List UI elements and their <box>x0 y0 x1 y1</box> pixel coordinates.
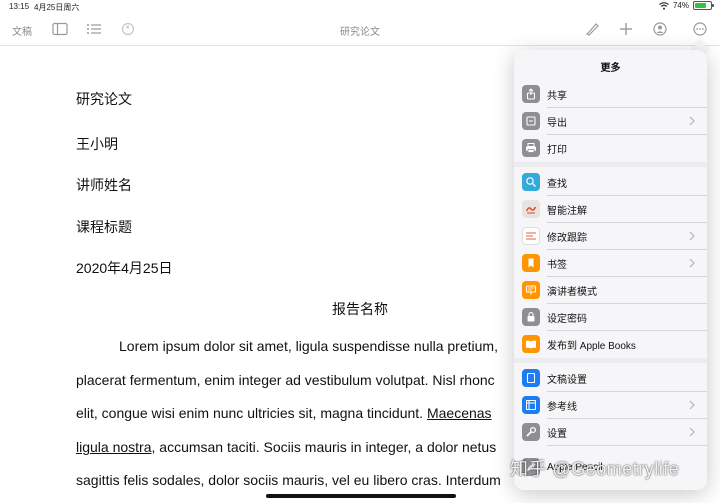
wrench-icon <box>522 423 540 441</box>
chevron-right-icon <box>689 400 695 410</box>
paragraph-text: , accumsan taciti. Sociis mauris in inte… <box>151 439 497 455</box>
status-date: 4月25日周六 <box>34 3 80 12</box>
paragraph-line: elit, congue wisi enim nunc ultricies si… <box>76 405 492 421</box>
menu-item-settings[interactable]: 设置 <box>514 419 707 445</box>
paragraph-line: Lorem ipsum dolor sit amet, ligula suspe… <box>119 338 498 354</box>
paragraph-underlined-text: ligula nostra <box>76 439 152 455</box>
menu-item-presenter-mode[interactable]: 演讲者模式 <box>514 277 707 303</box>
menu-item-document-setup[interactable]: 文稿设置 <box>514 365 707 391</box>
lock-icon <box>522 308 540 326</box>
battery-percent: 74% <box>672 1 689 10</box>
menu-item-find[interactable]: 查找 <box>514 169 707 195</box>
paragraph-underlined-text: Maecenas <box>426 405 492 421</box>
paragraph-line: sagittis felis sodales, dolor sociis mau… <box>76 472 501 488</box>
battery-icon <box>693 1 714 10</box>
home-indicator[interactable] <box>266 494 456 498</box>
menu-item-label: 参考线 <box>547 401 577 413</box>
menu-item-label: 发布到 Apple Books <box>547 340 636 352</box>
menu-item-label: 打印 <box>547 144 567 156</box>
wifi-icon <box>659 1 669 10</box>
doc-line-date: 2020年4月25日 <box>76 260 173 276</box>
menu-item-label: 查找 <box>547 178 567 190</box>
doc-line-instructor: 讲师姓名 <box>76 177 132 193</box>
books-icon <box>522 335 540 353</box>
divider <box>547 445 707 446</box>
menu-item-label: 设定密码 <box>547 313 587 325</box>
toolbar: 文稿 研究论文 <box>0 14 720 46</box>
documents-button[interactable]: 文稿 <box>12 23 32 38</box>
paragraph-text: elit, congue wisi enim nunc ultricies si… <box>76 405 427 421</box>
menu-item-label: 设置 <box>547 428 567 440</box>
sidebar-icon[interactable] <box>52 22 68 36</box>
menu-item-share[interactable]: 共享 <box>514 81 707 107</box>
battery-level <box>695 3 707 8</box>
menu-item-set-password[interactable]: 设定密码 <box>514 304 707 330</box>
group-divider <box>514 162 707 167</box>
menu-item-label: 导出 <box>547 117 567 129</box>
group-divider <box>514 358 707 363</box>
document-title: 研究论文 <box>340 27 380 38</box>
more-menu-title: 更多 <box>600 63 621 74</box>
undo-icon[interactable] <box>120 22 136 36</box>
doc-line-author: 王小明 <box>76 136 118 152</box>
chevron-right-icon <box>689 116 695 126</box>
menu-item-label: 修改跟踪 <box>547 232 587 244</box>
document-setup-icon <box>522 369 540 387</box>
track-changes-icon <box>522 227 540 245</box>
smart-annotation-icon <box>522 200 540 218</box>
chevron-right-icon <box>689 258 695 268</box>
chevron-right-icon <box>689 231 695 241</box>
chevron-right-icon <box>689 427 695 437</box>
menu-item-export[interactable]: 导出 <box>514 108 707 134</box>
bookmark-icon <box>522 254 540 272</box>
menu-item-print[interactable]: 打印 <box>514 135 707 161</box>
search-icon <box>522 173 540 191</box>
menu-item-label: 演讲者模式 <box>547 286 597 298</box>
format-brush-icon[interactable] <box>584 22 600 36</box>
doc-line-title: 研究论文 <box>76 91 132 107</box>
menu-item-track-changes[interactable]: 修改跟踪 <box>514 223 707 249</box>
paragraph-line: ligula nostra, accumsan taciti. Sociis m… <box>76 439 496 455</box>
menu-item-guides[interactable]: 参考线 <box>514 392 707 418</box>
menu-item-bookmarks[interactable]: 书签 <box>514 250 707 276</box>
menu-item-publish-apple-books[interactable]: 发布到 Apple Books <box>514 331 707 357</box>
doc-line-course: 课程标题 <box>76 219 132 235</box>
list-icon[interactable] <box>86 22 102 36</box>
menu-item-label: 智能注解 <box>547 205 587 217</box>
guides-icon <box>522 396 540 414</box>
presenter-icon <box>522 281 540 299</box>
share-icon <box>522 85 540 103</box>
status-time: 13:15 <box>9 2 30 11</box>
menu-item-label: 文稿设置 <box>547 374 587 386</box>
menu-item-label: 书签 <box>547 259 567 271</box>
collaborate-icon[interactable] <box>652 22 668 36</box>
more-menu: 更多 共享 导出 打印 查找 智能注解 修改跟踪 书签 演讲者模式 设定密码 发… <box>514 50 707 490</box>
more-icon[interactable] <box>692 22 708 36</box>
paragraph-line: placerat fermentum, enim integer ad vest… <box>76 372 495 388</box>
export-icon <box>522 112 540 130</box>
menu-item-label: 共享 <box>547 90 567 102</box>
status-right: 74% <box>659 1 714 10</box>
menu-item-smart-annotation[interactable]: 智能注解 <box>514 196 707 222</box>
status-bar: 13:15 4月25日周六 74% <box>0 0 720 14</box>
watermark: 知乎 @Geometrylife <box>510 459 680 479</box>
printer-icon <box>522 139 540 157</box>
add-icon[interactable] <box>618 22 634 36</box>
